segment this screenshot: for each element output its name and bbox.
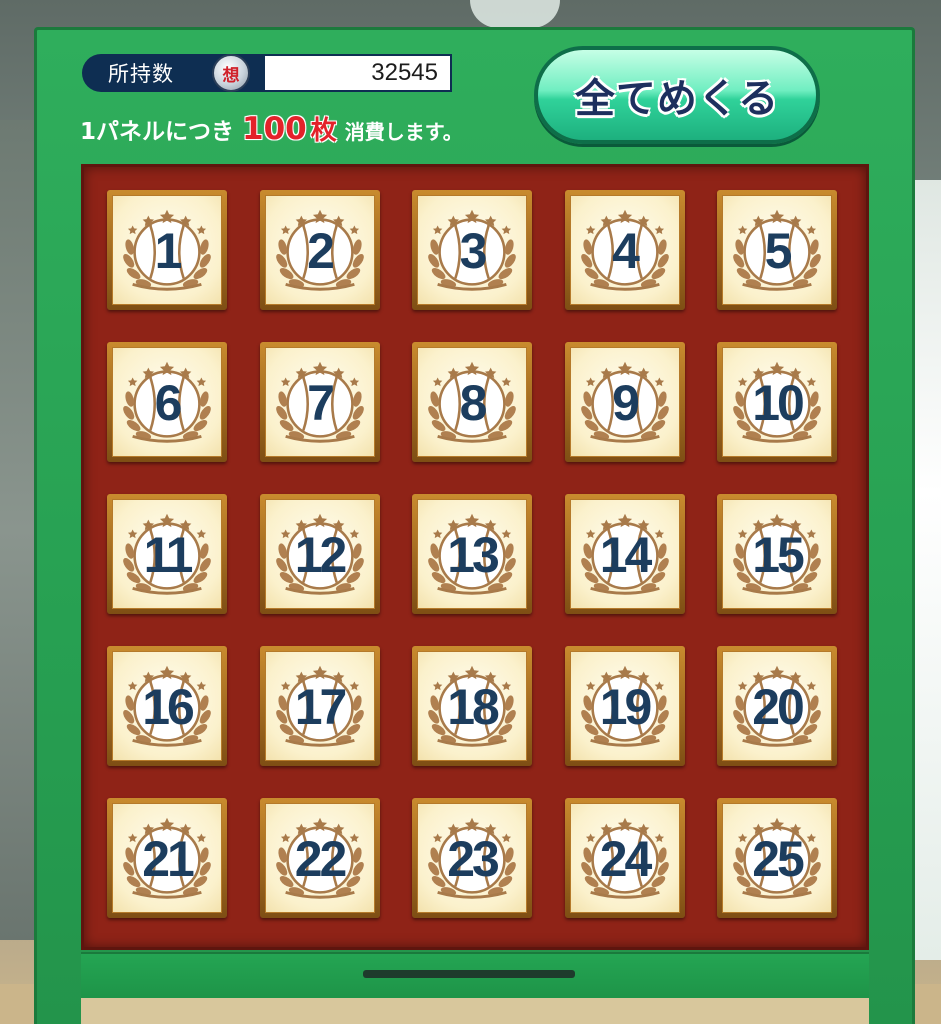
- panel-number: 11: [143, 527, 194, 583]
- number-panel[interactable]: 23: [412, 798, 532, 918]
- panel-face: 22: [264, 803, 375, 913]
- cost-amount: 100: [242, 111, 307, 147]
- panel-number: 13: [447, 527, 500, 583]
- number-panel[interactable]: 16: [107, 646, 227, 766]
- background-right: [911, 180, 941, 960]
- coin-value: 32545: [263, 54, 452, 92]
- panel-face: 7: [264, 347, 375, 457]
- panel-face: 5: [722, 195, 832, 305]
- panel-number: 7: [307, 375, 335, 431]
- panel-number: 25: [752, 831, 805, 887]
- panel-face: 9: [569, 347, 680, 457]
- panel-face: 23: [417, 803, 527, 913]
- number-panel[interactable]: 12: [259, 494, 380, 614]
- panel-face: 12: [264, 499, 375, 609]
- panel-number: 12: [294, 527, 348, 583]
- floor-strip: [81, 998, 869, 1024]
- number-panel[interactable]: 19: [564, 646, 685, 766]
- panel-face: 18: [417, 651, 527, 761]
- panel-number: 9: [612, 375, 640, 431]
- panel-face: 21: [112, 803, 222, 913]
- panel-face: 19: [569, 651, 680, 761]
- panel-number: 5: [764, 223, 793, 279]
- panel-number: 18: [447, 679, 500, 735]
- number-panel[interactable]: 9: [564, 342, 685, 462]
- coin-icon-glyph: 想: [222, 65, 240, 86]
- panel-number: 24: [599, 831, 653, 887]
- number-panel[interactable]: 14: [564, 494, 685, 614]
- background-left: [0, 120, 34, 940]
- number-panel[interactable]: 8: [412, 342, 532, 462]
- flip-all-button-label: 全てめくる: [574, 76, 780, 122]
- number-panel[interactable]: 13: [412, 494, 532, 614]
- panel-face: 25: [722, 803, 832, 913]
- panel-number: 16: [142, 679, 195, 735]
- panel-face: 24: [569, 803, 680, 913]
- number-panel[interactable]: 1: [107, 190, 227, 310]
- panel-face: 2: [264, 195, 375, 305]
- panel-number: 20: [752, 679, 805, 735]
- panel-face: 11: [112, 499, 222, 609]
- number-panel[interactable]: 11: [107, 494, 227, 614]
- panel-face: 3: [417, 195, 527, 305]
- panel-face: 14: [569, 499, 680, 609]
- number-panel[interactable]: 24: [564, 798, 685, 918]
- cost-prefix: 1パネルにつき: [80, 119, 235, 145]
- panel-number: 19: [599, 679, 653, 735]
- panel-number: 1: [154, 223, 183, 279]
- coin-label: 所持数: [108, 62, 174, 86]
- board-bottom-strip: [81, 952, 869, 998]
- panel-face: 10: [722, 347, 832, 457]
- cost-unit: 枚: [310, 116, 337, 146]
- number-panel[interactable]: 5: [717, 190, 837, 310]
- panel-face: 16: [112, 651, 222, 761]
- panel-number: 17: [294, 679, 348, 735]
- panel-face: 13: [417, 499, 527, 609]
- coin-icon: 想: [212, 54, 250, 92]
- panel-number: 4: [612, 223, 640, 279]
- number-panel[interactable]: 3: [412, 190, 532, 310]
- panel-number: 14: [599, 527, 653, 583]
- number-panel[interactable]: 2: [259, 190, 380, 310]
- cost-suffix: 消費します。: [344, 120, 463, 144]
- panel-face: 15: [722, 499, 832, 609]
- board-handle: [363, 970, 575, 978]
- number-panel[interactable]: 17: [259, 646, 380, 766]
- number-panel[interactable]: 18: [412, 646, 532, 766]
- number-panel[interactable]: 20: [717, 646, 837, 766]
- panel-number: 10: [752, 375, 805, 431]
- panel-number: 21: [142, 831, 195, 887]
- panel-face: 4: [569, 195, 680, 305]
- panel-face: 17: [264, 651, 375, 761]
- number-panel[interactable]: 6: [107, 342, 227, 462]
- panel-number: 23: [447, 831, 500, 887]
- number-panel[interactable]: 15: [717, 494, 837, 614]
- number-panel[interactable]: 21: [107, 798, 227, 918]
- number-panel[interactable]: 7: [259, 342, 380, 462]
- panel-face: 8: [417, 347, 527, 457]
- panel-face: 1: [112, 195, 222, 305]
- panel-number: 2: [307, 223, 335, 279]
- panel-number: 15: [752, 527, 805, 583]
- cost-notice: 1パネルにつき 100 枚 消費します。: [80, 110, 463, 150]
- panel-face: 6: [112, 347, 222, 457]
- flip-all-button[interactable]: 全てめくる: [534, 46, 820, 144]
- panel-board: 1 2 3 4 5 6 7 8 9 10 11 12 13 14 15 16 1…: [81, 164, 869, 950]
- panel-number: 22: [294, 831, 348, 887]
- number-panel[interactable]: 10: [717, 342, 837, 462]
- panel-number: 3: [459, 223, 488, 279]
- panel-number: 8: [459, 375, 488, 431]
- panel-number: 6: [154, 375, 183, 431]
- panel-face: 20: [722, 651, 832, 761]
- number-panel[interactable]: 4: [564, 190, 685, 310]
- number-panel[interactable]: 25: [717, 798, 837, 918]
- coin-balance-bar: 所持数 32545 想: [82, 52, 452, 94]
- number-panel[interactable]: 22: [259, 798, 380, 918]
- background-light: [470, 0, 560, 28]
